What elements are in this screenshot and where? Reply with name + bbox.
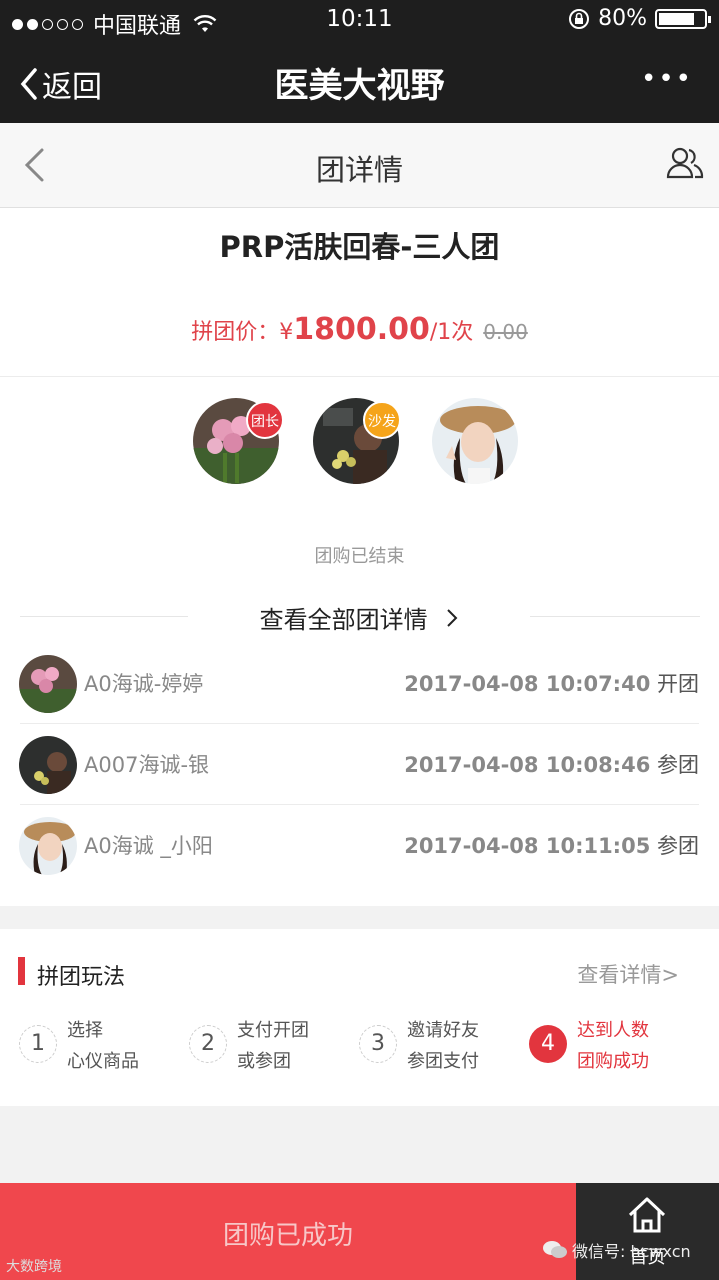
participant-time: 2017-04-08 10:07:40 开团	[404, 672, 699, 696]
watermark-text: 大数跨境	[6, 1259, 62, 1275]
participant-name: A0海诚 _小阳	[84, 834, 213, 858]
person-photo	[19, 736, 77, 794]
price-unit: /1次	[429, 320, 474, 345]
divider	[20, 723, 699, 724]
battery-percent: 80%	[598, 6, 647, 31]
home-button[interactable]: 首页	[576, 1183, 719, 1280]
flowers-photo	[19, 655, 77, 713]
rules-details-link[interactable]: 查看详情>	[577, 959, 679, 989]
step-number: 3	[359, 1025, 397, 1063]
participant-row: A0海诚-婷婷 2017-04-08 10:07:40 开团	[0, 644, 719, 724]
more-menu-button[interactable]: •••	[641, 64, 693, 94]
people-icon	[666, 147, 704, 179]
participant-avatar	[19, 655, 77, 713]
participant-row: A0海诚 _小阳 2017-04-08 10:11:05 参团	[0, 806, 719, 886]
participant-action: 开团	[657, 672, 699, 696]
status-bar: 中国联通 10:11 80%	[0, 0, 719, 40]
section-accent-bar	[18, 957, 25, 985]
step-number: 2	[189, 1025, 227, 1063]
step-text: 达到人数 团购成功	[577, 1020, 649, 1072]
price-line: 拼团价：¥1800.00/1次 0.00	[0, 312, 719, 347]
person-photo	[19, 817, 77, 875]
participant-avatar	[19, 736, 77, 794]
leader-badge: 团长	[246, 401, 284, 439]
divider	[0, 376, 719, 377]
step-text: 支付开团 或参团	[237, 1020, 309, 1072]
watermark-text: 微信号: hcwxcn	[572, 1242, 691, 1261]
rules-title: 拼团玩法	[37, 965, 126, 990]
person-photo	[432, 398, 518, 484]
chevron-right-icon	[447, 609, 458, 627]
price-label: 拼团价：	[191, 320, 280, 345]
step-text: 邀请好友 参团支付	[407, 1020, 479, 1072]
group-success-label: 团购已成功	[222, 1221, 353, 1251]
step-text: 选择 心仪商品	[67, 1020, 139, 1072]
group-status: 团购已结束	[314, 546, 405, 567]
participant-name: A0海诚-婷婷	[84, 672, 204, 696]
participant-action: 参团	[657, 834, 699, 858]
page-title: 团详情	[315, 153, 403, 187]
view-all-label: 查看全部团详情	[259, 606, 428, 634]
divider	[20, 804, 699, 805]
currency-symbol: ¥	[279, 320, 294, 345]
page-header: 团详情	[0, 123, 719, 208]
group-rules-section: 拼团玩法 查看详情> 1 选择 心仪商品 2 支付开团 或参团 3 邀请好友 参团支付…	[0, 929, 719, 1106]
wechat-nav-bar: 返回 医美大视野 •••	[0, 40, 719, 123]
original-price: 0.00	[483, 320, 528, 344]
watermark: 微信号: hcwxcn	[542, 1238, 691, 1262]
group-detail-card: PRP活肤回春-三人团 拼团价：¥1800.00/1次 0.00 团长 沙发 团…	[0, 208, 719, 906]
step-number: 1	[19, 1025, 57, 1063]
battery-icon	[655, 8, 711, 29]
participant-avatar	[19, 817, 77, 875]
member-avatar[interactable]	[432, 398, 518, 484]
participant-time: 2017-04-08 10:11:05 参团	[404, 834, 699, 858]
nav-title: 医美大视野	[274, 66, 445, 106]
rotation-lock-icon	[569, 8, 590, 29]
home-icon	[628, 1197, 666, 1233]
wechat-icon	[543, 1241, 567, 1258]
group-members-button[interactable]	[665, 145, 705, 185]
participant-row: A007海诚-银 2017-04-08 10:08:46 参团	[0, 725, 719, 805]
group-price: 1800.00	[293, 312, 430, 347]
participant-name: A007海诚-银	[84, 753, 210, 777]
watermark: 大数跨境	[6, 1256, 62, 1276]
participant-time: 2017-04-08 10:08:46 参团	[404, 753, 699, 777]
group-success-button[interactable]: 团购已成功	[0, 1183, 576, 1280]
step-number: 4	[529, 1025, 567, 1063]
product-name: PRP活肤回春-三人团	[219, 230, 500, 264]
sofa-badge: 沙发	[363, 401, 401, 439]
participant-action: 参团	[657, 753, 699, 777]
view-all-details-link[interactable]: 查看全部团详情	[0, 600, 719, 635]
